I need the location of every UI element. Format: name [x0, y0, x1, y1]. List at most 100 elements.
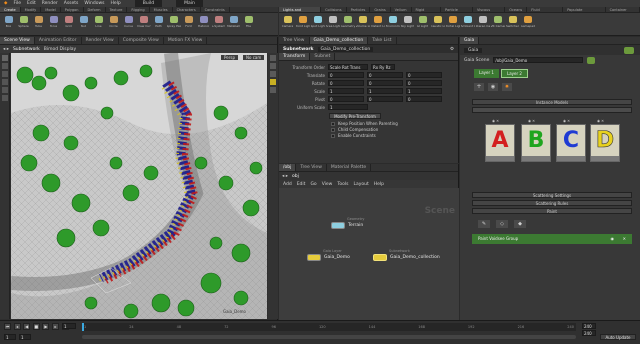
shelf-tool[interactable]: Point Light	[296, 16, 310, 28]
shelf-tab[interactable]: Viscous Fluids	[473, 7, 506, 12]
checkbox-box[interactable]	[331, 134, 335, 138]
tile-eye-icon[interactable]: ◉ ✕	[563, 119, 570, 123]
xform-field[interactable]: 1	[406, 88, 442, 94]
shelf-tab[interactable]: Fluid Containers	[527, 7, 564, 12]
checkbox-enable-constraints[interactable]: Enable Constraints	[331, 133, 458, 138]
range-start-field[interactable]: 1	[19, 334, 31, 340]
xform-field[interactable]: 0	[406, 96, 442, 102]
shelf-tool[interactable]: Platonic	[197, 16, 210, 28]
end-frame-field-2[interactable]: 240	[582, 330, 596, 336]
node-gaia-demo-collection[interactable]: Subnetwork Gaia_Demo_collection	[373, 249, 440, 261]
tab-composite-view[interactable]: Composite View	[119, 37, 164, 44]
shelf-tab[interactable]: Rigid Bodies	[412, 7, 441, 12]
shaded-icon[interactable]	[270, 71, 276, 77]
shelf-tab[interactable]: Lights and Cameras	[279, 7, 322, 12]
rotate-order-select[interactable]: Rx Ry Rz	[371, 64, 395, 70]
xform-field[interactable]: 0	[367, 80, 403, 86]
xform-field[interactable]: 0	[328, 80, 364, 86]
camera-menu[interactable]: No cam	[243, 55, 265, 60]
app-logo-icon[interactable]: ◆	[4, 0, 7, 7]
net-menu-layout[interactable]: Layout	[353, 182, 368, 187]
shelf-tool[interactable]: Line	[92, 16, 105, 28]
shelf-tool[interactable]: Path	[152, 16, 165, 28]
first-frame-button[interactable]: ⏮	[4, 323, 11, 330]
shelf-tool[interactable]: L-System	[212, 16, 225, 28]
xform-field[interactable]: 1	[367, 88, 403, 94]
pose-tool-icon[interactable]	[2, 95, 8, 101]
shelf-tool[interactable]: Grid	[62, 16, 75, 28]
network-path[interactable]: obj	[292, 174, 299, 179]
shelf-tool[interactable]: Portal Light	[446, 16, 460, 28]
net-menu-tools[interactable]: Tools	[337, 182, 348, 187]
fill-icon[interactable]: ◆	[514, 220, 526, 228]
node-body[interactable]	[307, 254, 321, 261]
shelf-tool[interactable]: Camera	[281, 16, 294, 28]
tab-obj[interactable]: /obj	[279, 164, 297, 171]
auto-update-button[interactable]: Auto Update	[600, 334, 636, 340]
start-frame-field[interactable]: 1	[4, 334, 16, 340]
shelf-tool[interactable]: Switcher	[506, 16, 519, 28]
paint-header[interactable]: Paint	[472, 208, 632, 214]
node-body[interactable]	[373, 254, 387, 261]
desktop-select[interactable]: Build	[134, 0, 163, 7]
play-reverse-button[interactable]: ◀	[23, 323, 31, 330]
shelf-tool[interactable]: Null	[77, 16, 90, 28]
shelf-tab[interactable]: Particles	[347, 7, 371, 12]
add-layer-icon[interactable]: +	[474, 83, 484, 91]
tab-layer-1[interactable]: Layer 1	[474, 69, 499, 78]
menu-help[interactable]: Help	[111, 0, 121, 7]
checkbox-box[interactable]	[331, 122, 335, 126]
path-context[interactable]: Subnetwork	[13, 47, 40, 52]
menu-edit[interactable]: Edit	[27, 0, 36, 7]
shelf-tab[interactable]: Constraints	[201, 7, 230, 12]
play-button[interactable]: ▶	[42, 323, 50, 330]
shelf-tool[interactable]: Circle	[107, 16, 120, 28]
letter-tile-c[interactable]: ◉ ✕ C	[556, 119, 586, 162]
node-terrain[interactable]: Geometry Terrain	[331, 217, 364, 229]
stop-button[interactable]: ■	[32, 323, 40, 330]
node-body[interactable]	[331, 222, 345, 229]
shelf-tool[interactable]: Sky Light	[401, 16, 414, 28]
transform-order-select[interactable]: Scale Rot Trans	[328, 64, 368, 70]
tile-eye-icon[interactable]: ◉ ✕	[528, 119, 535, 123]
shelf-tool[interactable]: Environment Light	[386, 16, 400, 28]
shelf-tool[interactable]: Distant Light	[371, 16, 385, 28]
paint-delete-icon[interactable]: ✕	[623, 234, 626, 244]
shelf-tab[interactable]: Populate Containers	[563, 7, 606, 12]
modify-pretransform-button[interactable]: Modify Pre-Transform	[329, 113, 381, 119]
node-gaia-demo[interactable]: Gaia Layer Gaia_Demo	[307, 249, 350, 261]
xform-field[interactable]: 0	[367, 96, 403, 102]
gaia-scene-pick-icon[interactable]	[587, 56, 596, 64]
snap-icon[interactable]	[270, 87, 276, 93]
select-tool-icon[interactable]	[2, 55, 8, 61]
net-menu-help[interactable]: Help	[374, 182, 384, 187]
scattering-rules-header[interactable]: Scattering Rules	[472, 200, 632, 206]
shelf-tab[interactable]: Model	[41, 7, 61, 12]
shelf-tool[interactable]: File	[242, 16, 255, 28]
brush-icon[interactable]: ✎	[478, 220, 490, 228]
shelf-tool[interactable]: Caustic Light	[431, 16, 445, 28]
current-frame-field[interactable]: 1	[62, 323, 76, 329]
gaia-scene-field[interactable]: /obj/Gaia_Demo	[493, 57, 584, 63]
path-node[interactable]: Bimod Display	[44, 47, 76, 52]
checkbox-box[interactable]	[331, 128, 335, 132]
net-menu-edit[interactable]: Edit	[297, 182, 306, 187]
shelf-tool[interactable]: Draw Curve	[137, 16, 151, 28]
shelf-tool[interactable]: Metaball	[227, 16, 240, 28]
nav-arrows-icon[interactable]: ◂ ▸	[282, 174, 288, 179]
shelf-tool[interactable]: Stereo Camera	[476, 16, 490, 28]
checkbox-child-compensation[interactable]: Child Compensation	[331, 127, 458, 132]
shelf-tool[interactable]: Gamepad Camera	[521, 16, 535, 28]
gear-icon[interactable]: ⚙	[450, 47, 454, 52]
shelf-tool[interactable]: Area Light	[326, 16, 340, 28]
net-menu-view[interactable]: View	[322, 182, 333, 187]
tile-eye-icon[interactable]: ◉ ✕	[597, 119, 604, 123]
tab-material-palette[interactable]: Material Palette	[327, 164, 372, 171]
move-tool-icon[interactable]	[2, 63, 8, 69]
menu-render[interactable]: Render	[42, 0, 58, 7]
3d-viewport[interactable]: Gaia_Demo Persp No cam	[11, 53, 267, 319]
shelf-tab[interactable]: Grains	[370, 7, 391, 12]
xform-field[interactable]: 1	[328, 104, 368, 110]
tab-render-view[interactable]: Render View	[82, 37, 119, 44]
end-frame-field[interactable]: 240	[582, 323, 596, 329]
